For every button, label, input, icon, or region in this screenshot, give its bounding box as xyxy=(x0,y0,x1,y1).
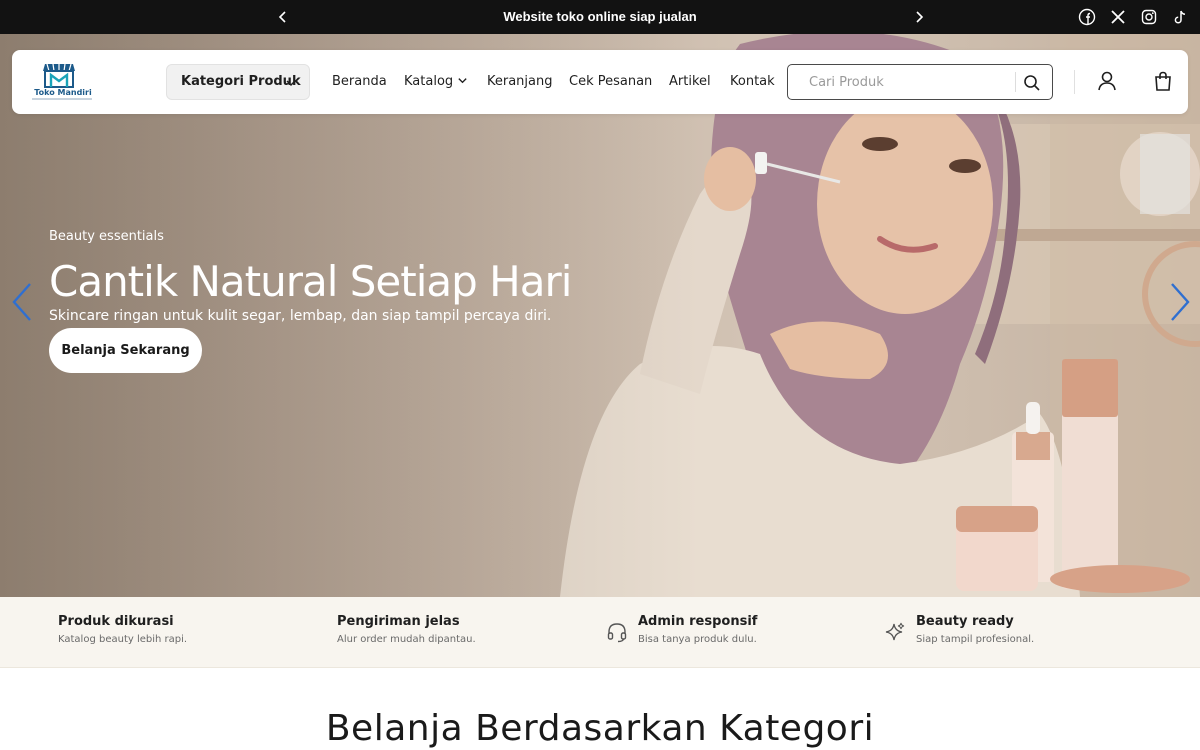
feature-strip: Produk dikurasi Katalog beauty lebih rap… xyxy=(0,597,1200,668)
hero-eyebrow: Beauty essentials xyxy=(49,229,164,244)
instagram-icon[interactable] xyxy=(1140,8,1158,26)
search-icon[interactable] xyxy=(1022,73,1042,93)
announcement-text: Website toko online siap jualan xyxy=(503,9,697,24)
slider-prev-icon[interactable] xyxy=(6,280,36,324)
feature-subtitle: Siap tampil profesional. xyxy=(916,634,1035,645)
facebook-icon[interactable] xyxy=(1078,8,1096,26)
feature-title: Produk dikurasi xyxy=(58,614,174,629)
storefront-icon xyxy=(43,63,75,88)
chevron-right-icon[interactable] xyxy=(911,9,927,25)
x-icon[interactable] xyxy=(1109,8,1127,26)
hero-banner: Beauty essentials Cantik Natural Setiap … xyxy=(0,34,1200,597)
nav-catalog[interactable]: Katalog xyxy=(404,50,468,114)
slider-next-icon[interactable] xyxy=(1166,280,1196,324)
store-logo[interactable]: Toko Mandiri xyxy=(28,60,92,106)
user-icon[interactable] xyxy=(1096,70,1118,92)
category-button-label: Kategori Produk xyxy=(181,74,301,89)
logo-tagline xyxy=(32,98,92,100)
shop-now-button[interactable]: Belanja Sekarang xyxy=(49,328,202,373)
header-divider xyxy=(1074,70,1075,94)
feature-subtitle: Bisa tanya produk dulu. xyxy=(638,634,757,645)
nav-orders[interactable]: Cek Pesanan xyxy=(569,50,652,114)
search-divider xyxy=(1015,72,1016,92)
site-header: Toko Mandiri Kategori Produk Beranda Kat… xyxy=(12,50,1188,114)
search-box xyxy=(787,64,1053,100)
chevron-down-icon xyxy=(458,78,467,84)
nav-articles[interactable]: Artikel xyxy=(669,50,711,114)
nav-catalog-label: Katalog xyxy=(404,74,454,89)
nav-cart[interactable]: Keranjang xyxy=(487,50,553,114)
logo-text: Toko Mandiri xyxy=(34,88,92,97)
feature-subtitle: Katalog beauty lebih rapi. xyxy=(58,634,188,645)
feature-title: Pengiriman jelas xyxy=(337,614,460,629)
nav-home[interactable]: Beranda xyxy=(332,50,387,114)
nav-contact[interactable]: Kontak xyxy=(730,50,775,114)
sparkle-icon xyxy=(885,622,905,641)
headset-icon xyxy=(607,623,627,643)
hero-subline: Skincare ringan untuk kulit segar, lemba… xyxy=(49,308,552,324)
hero-headline: Cantik Natural Setiap Hari xyxy=(49,257,572,306)
shopping-bag-icon[interactable] xyxy=(1152,70,1174,92)
feature-title: Beauty ready xyxy=(916,614,1014,629)
search-input[interactable] xyxy=(789,66,1015,98)
announcement-bar: Website toko online siap jualan xyxy=(0,0,1200,34)
feature-title: Admin responsif xyxy=(638,614,758,629)
chevron-down-icon xyxy=(286,80,296,87)
section-title: Belanja Berdasarkan Kategori xyxy=(325,708,875,749)
tiktok-icon[interactable] xyxy=(1171,8,1189,26)
category-dropdown-button[interactable]: Kategori Produk xyxy=(166,64,310,100)
feature-subtitle: Alur order mudah dipantau. xyxy=(337,634,476,645)
